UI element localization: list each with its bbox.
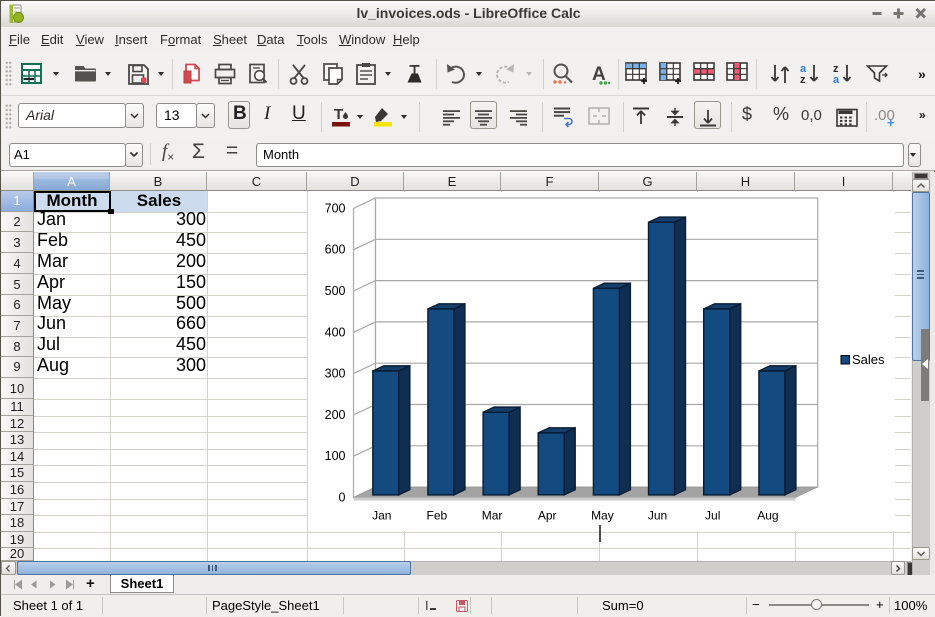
- svg-text:Sales: Sales: [852, 352, 885, 367]
- svg-text:Aug: Aug: [757, 509, 778, 523]
- svg-text:Feb: Feb: [427, 509, 448, 523]
- svg-text:600: 600: [325, 243, 346, 257]
- svg-text:0: 0: [339, 491, 346, 505]
- svg-text:500: 500: [325, 284, 346, 298]
- svg-text:T: T: [334, 106, 343, 123]
- svg-text:z: z: [800, 74, 806, 86]
- svg-text:200: 200: [325, 408, 346, 422]
- svg-text:Jan: Jan: [372, 509, 391, 523]
- svg-text:May: May: [591, 509, 614, 523]
- svg-text:Jul: Jul: [705, 509, 720, 523]
- svg-text:Jun: Jun: [648, 509, 667, 523]
- svg-text:Mar: Mar: [482, 509, 503, 523]
- svg-text:400: 400: [325, 325, 346, 339]
- svg-text:100: 100: [325, 449, 346, 463]
- svg-text:Apr: Apr: [538, 509, 557, 523]
- svg-text:a: a: [833, 74, 840, 86]
- svg-text:A: A: [592, 64, 606, 85]
- svg-text:300: 300: [325, 367, 346, 381]
- svg-text:700: 700: [325, 201, 346, 215]
